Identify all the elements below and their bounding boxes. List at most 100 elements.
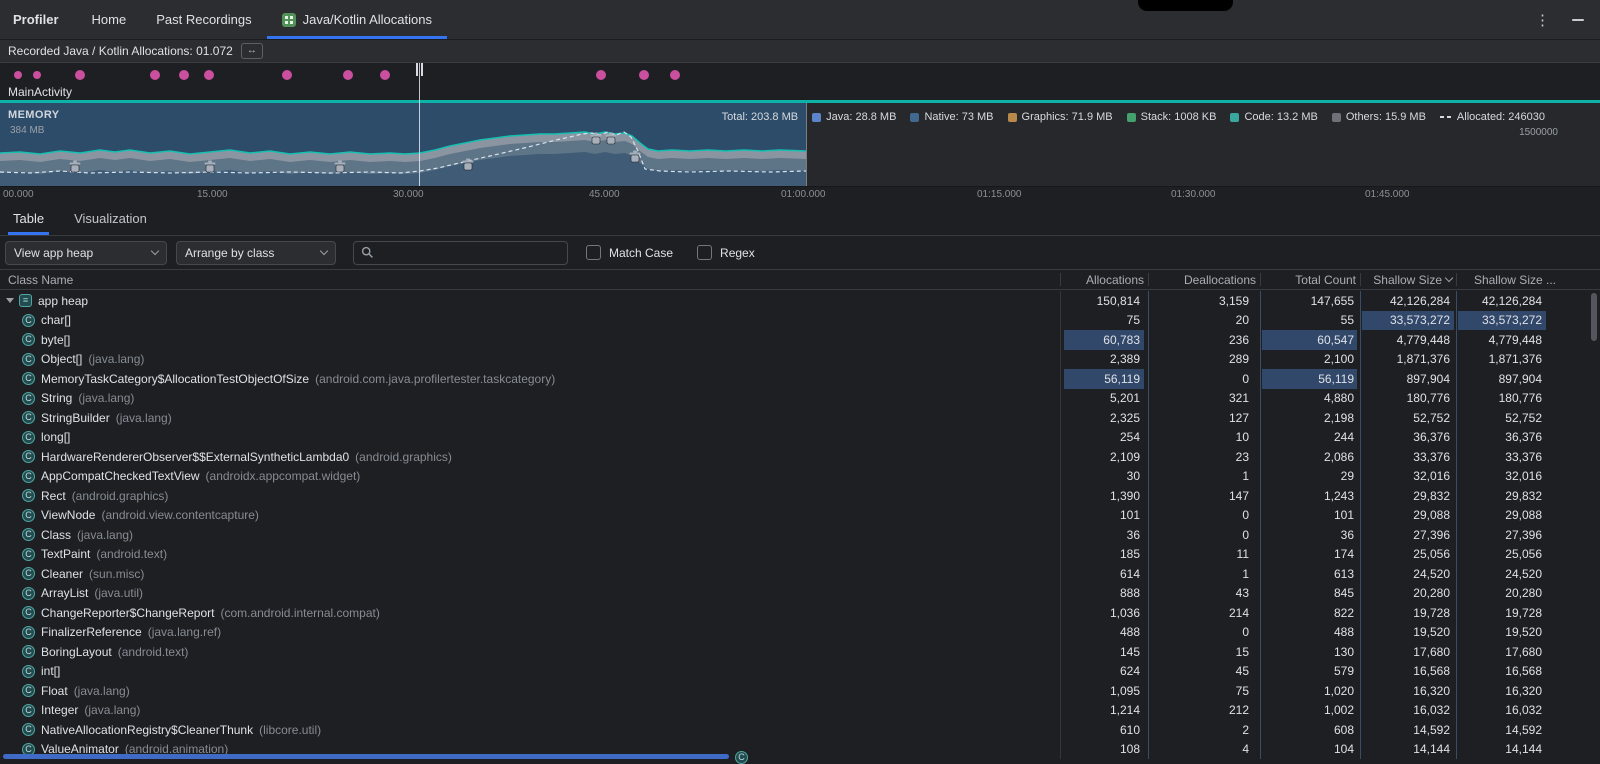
legend-swatch <box>910 113 919 122</box>
legend-item: Total: 203.8 MB <box>722 111 798 123</box>
column-allocations[interactable]: Allocations <box>1064 270 1144 290</box>
table-row[interactable]: C HardwareRendererObserver$$ExternalSynt… <box>0 447 1600 467</box>
shallow-size-2-cell: 52,752 <box>1458 408 1546 428</box>
tab-home[interactable]: Home <box>77 0 142 39</box>
table-row[interactable]: C TextPaint (android.text) 185 11 174 25… <box>0 545 1600 565</box>
deallocations-cell: 2 <box>1150 720 1254 740</box>
vertical-scrollbar[interactable] <box>1591 293 1597 341</box>
expand-arrow-icon[interactable] <box>6 298 14 303</box>
table-row[interactable]: C FinalizerReference (java.lang.ref) 488… <box>0 623 1600 643</box>
class-icon: C <box>22 353 35 366</box>
allocation-event-dot[interactable] <box>282 70 292 80</box>
memory-legend: Total: 203.8 MB Java: 28.8 MB Native: 73… <box>722 111 1545 123</box>
allocation-event-dot[interactable] <box>343 70 353 80</box>
class-name: Rect <box>41 489 66 503</box>
minimize-icon[interactable] <box>1572 19 1584 21</box>
table-row[interactable]: C ChangeReporter$ChangeReport (com.andro… <box>0 603 1600 623</box>
match-case-checkbox[interactable] <box>586 245 601 260</box>
shallow-size-cell: 4,779,448 <box>1362 330 1454 350</box>
table-header: Class Name Allocations Deallocations Tot… <box>0 270 1600 290</box>
column-total-count[interactable]: Total Count <box>1262 270 1356 290</box>
table-row[interactable]: C Object[] (java.lang) 2,389 289 2,100 1… <box>0 350 1600 370</box>
allocation-event-dot[interactable] <box>204 70 214 80</box>
table-row[interactable]: C Cleaner (sun.misc) 614 1 613 24,520 24… <box>0 564 1600 584</box>
allocations-cell: 1,095 <box>1064 681 1144 701</box>
search-input[interactable] <box>380 246 567 260</box>
tab-visualization[interactable]: Visualization <box>74 202 147 235</box>
table-row[interactable]: C Class (java.lang) 36 0 36 27,396 27,39… <box>0 525 1600 545</box>
table-row[interactable]: C byte[] 60,783 236 60,547 4,779,448 4,7… <box>0 330 1600 350</box>
table-row[interactable]: C StringBuilder (java.lang) 2,325 127 2,… <box>0 408 1600 428</box>
regex-checkbox[interactable] <box>697 245 712 260</box>
allocation-event-dot[interactable] <box>75 70 85 80</box>
table-row[interactable]: C NativeAllocationRegistry$CleanerThunk … <box>0 720 1600 740</box>
class-icon: C <box>22 333 35 346</box>
allocation-event-dot[interactable] <box>150 70 160 80</box>
table-row[interactable]: C int[] 624 45 579 16,568 16,568 <box>0 662 1600 682</box>
table-row[interactable]: C long[] 254 10 244 36,376 36,376 <box>0 428 1600 448</box>
tab-table[interactable]: Table <box>13 202 44 235</box>
allocations-cell: 1,214 <box>1064 701 1144 721</box>
allocation-event-dot[interactable] <box>670 70 680 80</box>
table-row[interactable]: C AppCompatCheckedTextView (androidx.app… <box>0 467 1600 487</box>
column-class-name[interactable]: Class Name <box>8 270 408 290</box>
shallow-size-cell: 24,520 <box>1362 564 1454 584</box>
shallow-size-cell: 19,728 <box>1362 603 1454 623</box>
class-icon: C <box>22 392 35 405</box>
class-name-cell: C NativeAllocationRegistry$CleanerThunk … <box>0 720 1058 740</box>
horizontal-scrollbar[interactable] <box>3 754 729 759</box>
table-row[interactable]: C ViewNode (android.view.contentcapture)… <box>0 506 1600 526</box>
table-row[interactable]: C Integer (java.lang) 1,214 212 1,002 16… <box>0 701 1600 721</box>
class-name: TextPaint <box>41 547 90 561</box>
deallocations-cell: 0 <box>1150 369 1254 389</box>
column-shallow-size-2[interactable]: Shallow Size ... <box>1456 270 1556 290</box>
class-name-cell: ≡ app heap <box>0 291 1058 311</box>
search-field[interactable] <box>353 241 568 265</box>
heap-dropdown[interactable]: View app heap <box>5 241 167 265</box>
class-name: MemoryTaskCategory$AllocationTestObjectO… <box>41 372 309 386</box>
table-row[interactable]: C MemoryTaskCategory$AllocationTestObjec… <box>0 369 1600 389</box>
table-row[interactable]: C String (java.lang) 5,201 321 4,880 180… <box>0 389 1600 409</box>
kebab-menu-icon[interactable]: ⋮ <box>1535 11 1550 29</box>
regex-option[interactable]: Regex <box>697 245 755 260</box>
shallow-size-2-cell: 32,016 <box>1458 467 1546 487</box>
playhead-grip[interactable] <box>416 63 423 76</box>
class-name-cell: C Cleaner (sun.misc) <box>0 564 1058 584</box>
class-name: FinalizerReference <box>41 625 142 639</box>
column-shallow-size[interactable]: Shallow Size <box>1360 270 1452 290</box>
allocation-event-dot[interactable] <box>380 70 390 80</box>
tab-past-recordings[interactable]: Past Recordings <box>141 0 266 39</box>
arrange-dropdown[interactable]: Arrange by class <box>176 241 336 265</box>
legend-label: Java: 28.8 MB <box>826 111 896 123</box>
allocation-event-dot[interactable] <box>596 70 606 80</box>
allocation-event-dot[interactable] <box>179 70 189 80</box>
total-count-cell: 101 <box>1262 506 1357 526</box>
table-row[interactable]: C Float (java.lang) 1,095 75 1,020 16,32… <box>0 681 1600 701</box>
table-row[interactable]: C Rect (android.graphics) 1,390 147 1,24… <box>0 486 1600 506</box>
total-count-cell: 1,002 <box>1262 701 1357 721</box>
total-count-cell: 2,198 <box>1262 408 1357 428</box>
class-icon: C <box>22 645 35 658</box>
memory-track[interactable]: MEMORY 384 MB Total: 203.8 MB Java: 28.8… <box>0 103 1600 186</box>
table-row[interactable]: ≡ app heap 150,814 3,159 147,655 42,126,… <box>0 291 1600 311</box>
table-row[interactable]: C BoringLayout (android.text) 145 15 130… <box>0 642 1600 662</box>
table-row[interactable]: C ArrayList (java.util) 888 43 845 20,28… <box>0 584 1600 604</box>
legend-swatch <box>1127 113 1136 122</box>
class-package: (java.lang) <box>88 352 144 366</box>
class-name-cell: C TextPaint (android.text) <box>0 545 1058 565</box>
column-deallocations[interactable]: Deallocations <box>1150 270 1256 290</box>
class-name: ViewNode <box>41 508 95 522</box>
tab-java-kotlin-allocations[interactable]: Java/Kotlin Allocations <box>267 0 447 39</box>
allocation-event-dot[interactable] <box>33 71 41 79</box>
legend-label: Code: 13.2 MB <box>1244 111 1317 123</box>
timeline-playhead[interactable] <box>419 63 420 186</box>
shallow-size-cell: 25,056 <box>1362 545 1454 565</box>
table-row[interactable]: C char[] 75 20 55 33,573,272 33,573,272 <box>0 311 1600 331</box>
allocation-event-dot[interactable] <box>639 70 649 80</box>
allocations-cell: 185 <box>1064 545 1144 565</box>
total-count-cell: 244 <box>1262 428 1357 448</box>
match-case-option[interactable]: Match Case <box>586 245 673 260</box>
event-track[interactable]: MainActivity <box>0 63 1600 100</box>
zoom-to-fit-button[interactable]: ↔ <box>241 43 263 59</box>
allocation-event-dot[interactable] <box>14 71 22 79</box>
